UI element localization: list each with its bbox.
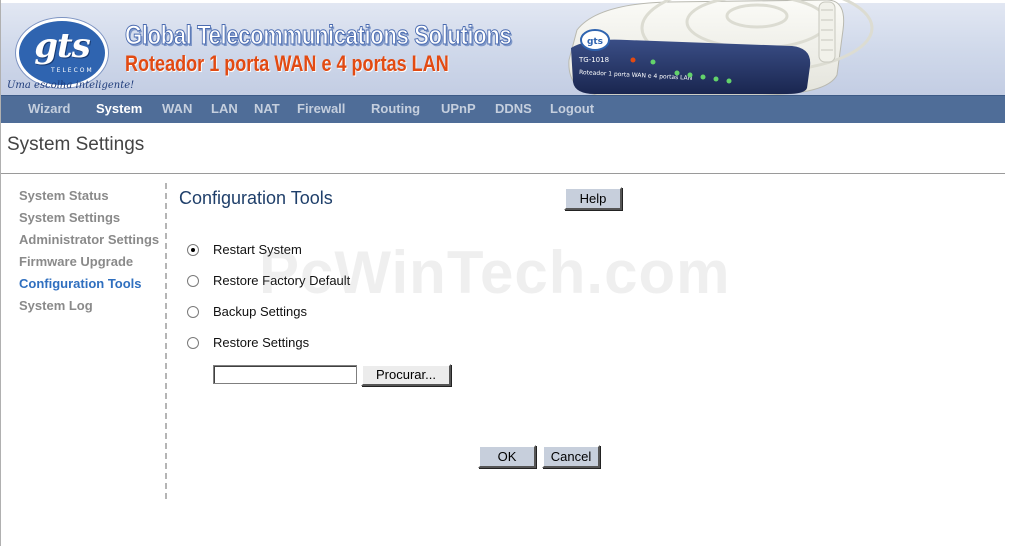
nav-nat[interactable]: NAT — [254, 101, 280, 116]
sidebar-item-firmware-upgrade[interactable]: Firmware Upgrade — [19, 254, 133, 269]
product-title: Roteador 1 porta WAN e 4 portas LAN — [125, 51, 449, 76]
option-label: Restore Factory Default — [213, 273, 351, 288]
nav-wizard[interactable]: Wizard — [28, 101, 71, 116]
sidebar-item-system-settings[interactable]: System Settings — [19, 210, 120, 225]
nav-firewall[interactable]: Firewall — [297, 101, 345, 116]
nav-wan[interactable]: WAN — [162, 101, 192, 116]
company-title: Global Telecommunications Solutions — [125, 20, 513, 51]
browse-button[interactable]: Procurar... — [361, 364, 451, 386]
main-nav: Wizard System WAN LAN NAT Firewall Routi… — [1, 95, 1006, 123]
logo-text: gts — [34, 26, 91, 66]
option-label: Restart System — [213, 242, 302, 257]
router-image: gts TG-1018 Roteador 1 porta WAN e 4 por… — [568, 0, 874, 95]
router-logo-text: gts — [587, 37, 603, 47]
radio-selected-dot — [191, 248, 195, 252]
sidebar-menu: System Status System Settings Administra… — [1, 183, 165, 499]
nav-system[interactable]: System — [96, 101, 142, 116]
nav-routing[interactable]: Routing — [371, 101, 420, 116]
logo-subtext: TELECOM — [51, 67, 94, 74]
title-divider — [1, 173, 1006, 174]
radio-restart-system[interactable] — [187, 244, 199, 256]
logo-tagline: Uma escolha inteligente! — [7, 80, 135, 91]
radio-backup-settings[interactable] — [187, 306, 199, 318]
page-margin — [1005, 0, 1022, 546]
router-model-text: TG-1018 — [578, 56, 609, 64]
nav-upnp[interactable]: UPnP — [441, 101, 476, 116]
sidebar-item-configuration-tools[interactable]: Configuration Tools — [19, 276, 142, 291]
header-banner: gts TELECOM Uma escolha inteligente! Glo… — [1, 0, 1006, 95]
sidebar-item-administrator-settings[interactable]: Administrator Settings — [19, 232, 159, 247]
nav-ddns[interactable]: DDNS — [495, 101, 532, 116]
page-title: System Settings — [7, 134, 145, 155]
sidebar-item-system-status[interactable]: System Status — [19, 188, 109, 203]
sidebar-item-system-log[interactable]: System Log — [19, 298, 93, 313]
option-label: Backup Settings — [213, 304, 307, 319]
radio-restore-settings[interactable] — [187, 337, 199, 349]
radio-restore-factory-default[interactable] — [187, 275, 199, 287]
restore-file-input[interactable] — [213, 365, 357, 384]
option-label: Restore Settings — [213, 335, 310, 350]
router-admin-page: gts TELECOM Uma escolha inteligente! Glo… — [0, 0, 1006, 546]
cancel-button[interactable]: Cancel — [542, 445, 600, 468]
ok-button[interactable]: OK — [478, 445, 536, 468]
nav-lan[interactable]: LAN — [211, 101, 238, 116]
section-title: Configuration Tools — [179, 188, 333, 208]
help-button[interactable]: Help — [564, 187, 622, 210]
nav-logout[interactable]: Logout — [550, 101, 594, 116]
sidebar-divider — [165, 183, 167, 499]
